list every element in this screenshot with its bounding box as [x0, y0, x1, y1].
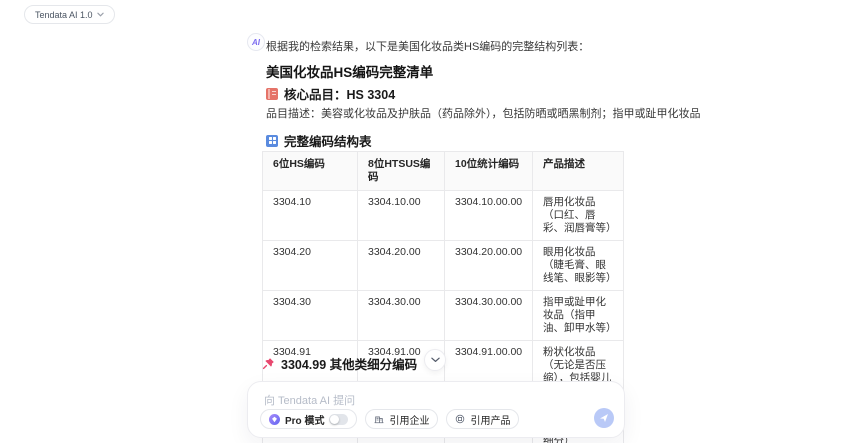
table-cell: 3304.20: [262, 240, 358, 291]
table-cell: 指甲或趾甲化妆品（指甲油、卸甲水等）: [532, 290, 624, 341]
cite-company-label: 引用企业: [389, 415, 430, 427]
table-cell: 眼用化妆品（睫毛膏、眼线笔、眼影等）: [532, 240, 624, 291]
paper-plane-icon: [599, 413, 609, 423]
table-cell: 3304.10.00: [357, 190, 445, 241]
table-cell: 3304.30.00.00: [444, 290, 533, 341]
model-selector[interactable]: Tendata AI 1.0: [24, 5, 115, 24]
section-breakdown-heading-label: 3304.99 其他类细分编码: [281, 358, 418, 372]
pro-mode-toggle[interactable]: [329, 413, 349, 425]
table-row: 3304.10 3304.10.00 3304.10.00.00 唇用化妆品（口…: [262, 190, 624, 241]
message-description: 品目描述：美容或化妆品及护肤品（药品除外），包括防晒或晒黑制剂；指甲或趾甲化妆品: [266, 108, 701, 120]
chat-page: Tendata AI 1.0 AI 根据我的检索结果，以下是美国化妆品类HS编码…: [0, 0, 841, 443]
cite-product-label: 引用产品: [470, 415, 511, 427]
chat-input[interactable]: 向 Tendata AI 提问: [264, 392, 584, 408]
input-toolbar: Pro 模式 引用企业 引用产品: [260, 409, 520, 429]
model-selector-label: Tendata AI 1.0: [35, 9, 93, 20]
column-header: 6位HS编码: [262, 151, 358, 191]
column-header: 10位统计编码: [444, 151, 533, 191]
ai-avatar-label: AI: [252, 37, 260, 47]
section-table-heading: 完整编码结构表: [266, 131, 372, 150]
message-title: 美国化妆品HS编码完整清单: [266, 65, 434, 80]
message-intro-text: 根据我的检索结果，以下是美国化妆品类HS编码的完整结构列表：: [266, 41, 590, 53]
pushpin-icon: [262, 357, 275, 370]
table-row: 3304.20 3304.20.00 3304.20.00.00 眼用化妆品（睫…: [262, 240, 624, 291]
chevron-down-icon: [96, 12, 104, 17]
table-cell: 3304.30.00: [357, 290, 445, 341]
ai-avatar: AI: [247, 33, 265, 51]
table-cell: 3304.20.00.00: [444, 240, 533, 291]
section-breakdown-heading: 3304.99 其他类细分编码: [262, 354, 417, 373]
chevron-down-icon: [430, 357, 440, 363]
section-core-heading: 核心品目：HS 3304: [266, 84, 395, 103]
pro-mode-label: Pro 模式: [285, 415, 325, 427]
product-circle-icon: [455, 414, 465, 424]
column-header: 产品描述: [532, 151, 624, 191]
building-icon: [374, 414, 385, 424]
number-grid-icon: [266, 134, 278, 147]
table-cell: 3304.20.00: [357, 240, 445, 291]
table-cell: 3304.10: [262, 190, 358, 241]
section-core-heading-label: 核心品目：HS 3304: [284, 88, 396, 102]
table-row: 3304.30 3304.30.00 3304.30.00.00 指甲或趾甲化妆…: [262, 290, 624, 341]
pro-mode-chip[interactable]: Pro 模式: [260, 409, 358, 429]
table-header-row: 6位HS编码 8位HTSUS编码 10位统计编码 产品描述: [262, 151, 624, 191]
send-button[interactable]: [594, 408, 614, 428]
scroll-to-bottom-button[interactable]: [424, 349, 446, 371]
notebook-icon: [266, 87, 278, 100]
pro-gem-icon: [269, 413, 280, 425]
table-cell: 唇用化妆品（口红、唇彩、润唇膏等）: [532, 190, 624, 241]
cite-product-chip[interactable]: 引用产品: [446, 409, 520, 429]
table-cell: 3304.30: [262, 290, 358, 341]
cite-company-chip[interactable]: 引用企业: [365, 409, 439, 429]
chat-input-card: 向 Tendata AI 提问 Pro 模式 引用企业 引用产品: [247, 381, 625, 438]
column-header: 8位HTSUS编码: [357, 151, 445, 191]
table-cell: 3304.10.00.00: [444, 190, 533, 241]
section-table-heading-label: 完整编码结构表: [284, 135, 372, 149]
